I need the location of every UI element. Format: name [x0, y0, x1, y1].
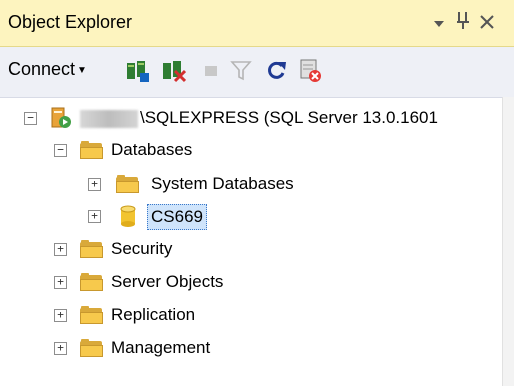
redacted-hostname [80, 109, 138, 128]
object-explorer-toolbar: Connect ▼ [0, 47, 514, 98]
object-explorer-titlebar: Object Explorer [0, 0, 514, 47]
tree-label-system-databases: System Databases [151, 174, 294, 193]
tree-label-security: Security [111, 239, 173, 258]
pin-icon[interactable] [456, 10, 470, 36]
tree-node-server-objects[interactable]: + Server Objects [0, 267, 400, 297]
object-explorer-panel: Object Explorer Connect ▼ − \SQLEXPRESS … [0, 0, 514, 386]
tree-label-replication: Replication [111, 305, 196, 324]
stop-icon[interactable] [200, 57, 224, 83]
expand-icon[interactable]: + [88, 210, 101, 223]
tree-node-cs669[interactable]: + CS669 [0, 201, 400, 231]
tree-node-databases[interactable]: − Databases [0, 135, 400, 165]
expand-icon[interactable]: + [54, 342, 67, 355]
expand-icon[interactable]: + [54, 243, 67, 256]
activity-monitor-icon[interactable] [298, 57, 322, 83]
database-icon [120, 205, 136, 227]
filter-icon[interactable] [230, 57, 254, 83]
tree-label-server-objects: Server Objects [111, 272, 224, 291]
tree-label-cs669: CS669 [147, 204, 207, 230]
tree-label-databases: Databases [111, 140, 193, 159]
tree-node-management[interactable]: + Management [0, 333, 400, 363]
collapse-icon[interactable]: − [54, 144, 67, 157]
server-label: \SQLEXPRESS (SQL Server 13.0.1601 [140, 108, 438, 127]
server-name-label: \SQLEXPRESS (SQL Server 13.0.1601 [80, 103, 438, 133]
expand-icon[interactable]: + [54, 309, 67, 322]
tree-node-replication[interactable]: + Replication [0, 300, 400, 330]
folder-icon [80, 240, 104, 258]
panel-title: Object Explorer [8, 12, 133, 32]
tree-node-server[interactable]: − \SQLEXPRESS (SQL Server 13.0.1601 [0, 103, 500, 133]
connect-label: Connect [8, 59, 76, 79]
object-explorer-tree: − \SQLEXPRESS (SQL Server 13.0.1601 − Da… [0, 97, 500, 386]
disconnect-icon[interactable] [162, 57, 187, 83]
connect-dropdown-caret-icon: ▼ [77, 65, 87, 76]
vertical-scrollbar[interactable] [502, 97, 514, 386]
refresh-icon[interactable] [265, 57, 289, 83]
folder-icon [80, 339, 104, 357]
folder-icon [80, 306, 104, 324]
expand-icon[interactable]: + [54, 276, 67, 289]
collapse-icon[interactable]: − [24, 112, 37, 125]
folder-icon [80, 141, 104, 159]
expand-icon[interactable]: + [88, 178, 101, 191]
folder-icon [116, 175, 140, 193]
tree-label-management: Management [111, 338, 211, 357]
folder-icon [80, 273, 104, 291]
close-icon[interactable] [480, 13, 494, 35]
connect-button[interactable]: Connect ▼ [8, 59, 87, 80]
connect-object-explorer-icon[interactable] [126, 57, 150, 83]
dropdown-arrow-icon[interactable] [433, 13, 445, 35]
tree-node-system-databases[interactable]: + System Databases [0, 169, 400, 199]
tree-node-security[interactable]: + Security [0, 234, 400, 264]
server-icon [50, 107, 72, 129]
